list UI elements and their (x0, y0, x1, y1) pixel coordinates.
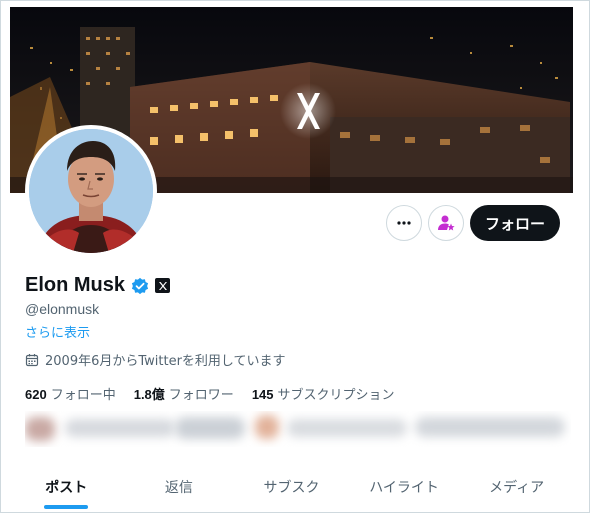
username-handle: @elonmusk (25, 301, 100, 317)
active-tab-indicator (44, 505, 89, 509)
join-date: 2009年6月からTwitterを利用しています (25, 350, 286, 369)
tab-replies[interactable]: 返信 (123, 463, 236, 511)
x-logo-icon (158, 281, 167, 290)
subscribe-person-star-icon (438, 215, 455, 231)
following-count[interactable]: 620 フォロー中 (25, 384, 116, 403)
followers-number: 1.8億 (133, 387, 165, 402)
followers-count[interactable]: 1.8億 フォロワー (134, 384, 234, 403)
x-affiliate-badge-icon[interactable] (155, 278, 171, 293)
subscribe-button[interactable] (428, 205, 464, 241)
tab-subscriptions-label: サブスク (263, 480, 320, 496)
tab-posts[interactable]: ポスト (10, 463, 123, 511)
subscriptions-label: サブスクリプション (277, 388, 395, 403)
tab-subscriptions[interactable]: サブスク (235, 463, 348, 511)
subscriptions-number: 145 (251, 387, 274, 402)
subscriptions-count[interactable]: 145 サブスクリプション (252, 384, 395, 403)
profile-tabs: ポスト 返信 サブスク ハイライト メディア (10, 463, 573, 511)
tab-replies-label: 返信 (164, 480, 193, 496)
show-more-link[interactable]: さらに表示 (25, 322, 90, 341)
blurred-followers-preview (25, 411, 571, 447)
more-horizontal-icon (397, 221, 411, 225)
following-label: フォロー中 (50, 388, 116, 403)
calendar-icon (25, 353, 39, 366)
more-options-button[interactable] (386, 205, 422, 241)
follow-button[interactable]: フォロー (470, 205, 560, 241)
profile-frame: フォロー Elon Musk @elonmusk さらに表示 2009年6月から… (0, 0, 590, 513)
tab-highlights[interactable]: ハイライト (348, 463, 461, 511)
join-date-text: 2009年6月からTwitterを利用しています (45, 354, 286, 369)
following-number: 620 (25, 387, 47, 402)
tab-posts-label: ポスト (45, 480, 88, 496)
verified-badge-icon[interactable] (131, 277, 149, 295)
tab-media-label: メディア (489, 480, 545, 496)
avatar[interactable] (25, 125, 157, 257)
stats-row: 620 フォロー中 1.8億 フォロワー 145 サブスクリプション (25, 384, 395, 403)
tab-highlights-label: ハイライト (369, 480, 439, 496)
avatar-image (29, 129, 153, 253)
display-name: Elon Musk (25, 274, 126, 296)
tab-media[interactable]: メディア (460, 463, 573, 511)
name-row: Elon Musk (25, 274, 171, 297)
followers-label: フォロワー (168, 388, 234, 403)
